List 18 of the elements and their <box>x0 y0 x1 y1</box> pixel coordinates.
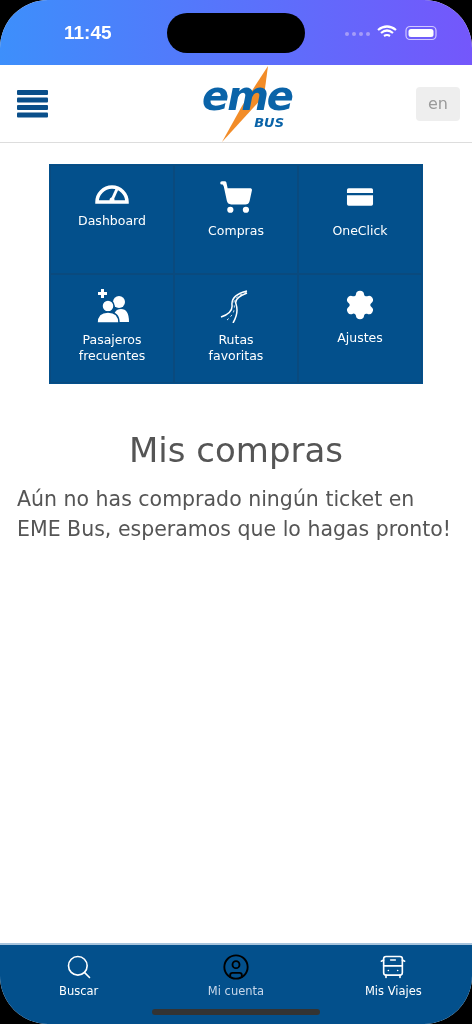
menu-tile[interactable]: OneClick <box>298 165 422 274</box>
menu-tile[interactable]: Dashboard <box>50 165 174 274</box>
menu-tile[interactable]: Pasajeros frecuentes <box>50 274 174 383</box>
menu-tile[interactable]: Compras <box>174 165 298 274</box>
menu-tile[interactable]: Rutas favoritas <box>174 274 298 383</box>
bus-icon <box>379 953 408 981</box>
cart-icon <box>219 180 253 214</box>
nav-tab[interactable]: Buscar <box>0 953 158 998</box>
nav-tab[interactable]: Mi cuenta <box>157 953 315 998</box>
logo-subtitle: BUS <box>254 115 284 130</box>
account-icon <box>222 953 250 981</box>
status-time: 11:45 <box>64 21 112 44</box>
menu-tile[interactable]: Ajustes <box>298 274 422 383</box>
page-title: Mis compras <box>128 430 344 470</box>
nav-tab[interactable]: Mis Viajes <box>314 953 472 998</box>
menu-icon[interactable] <box>17 89 48 118</box>
add-users-icon <box>95 289 129 323</box>
empty-message: Aún no has comprado ningún ticket en EME Bus, esperamos que lo hagas pronto! <box>17 486 453 543</box>
